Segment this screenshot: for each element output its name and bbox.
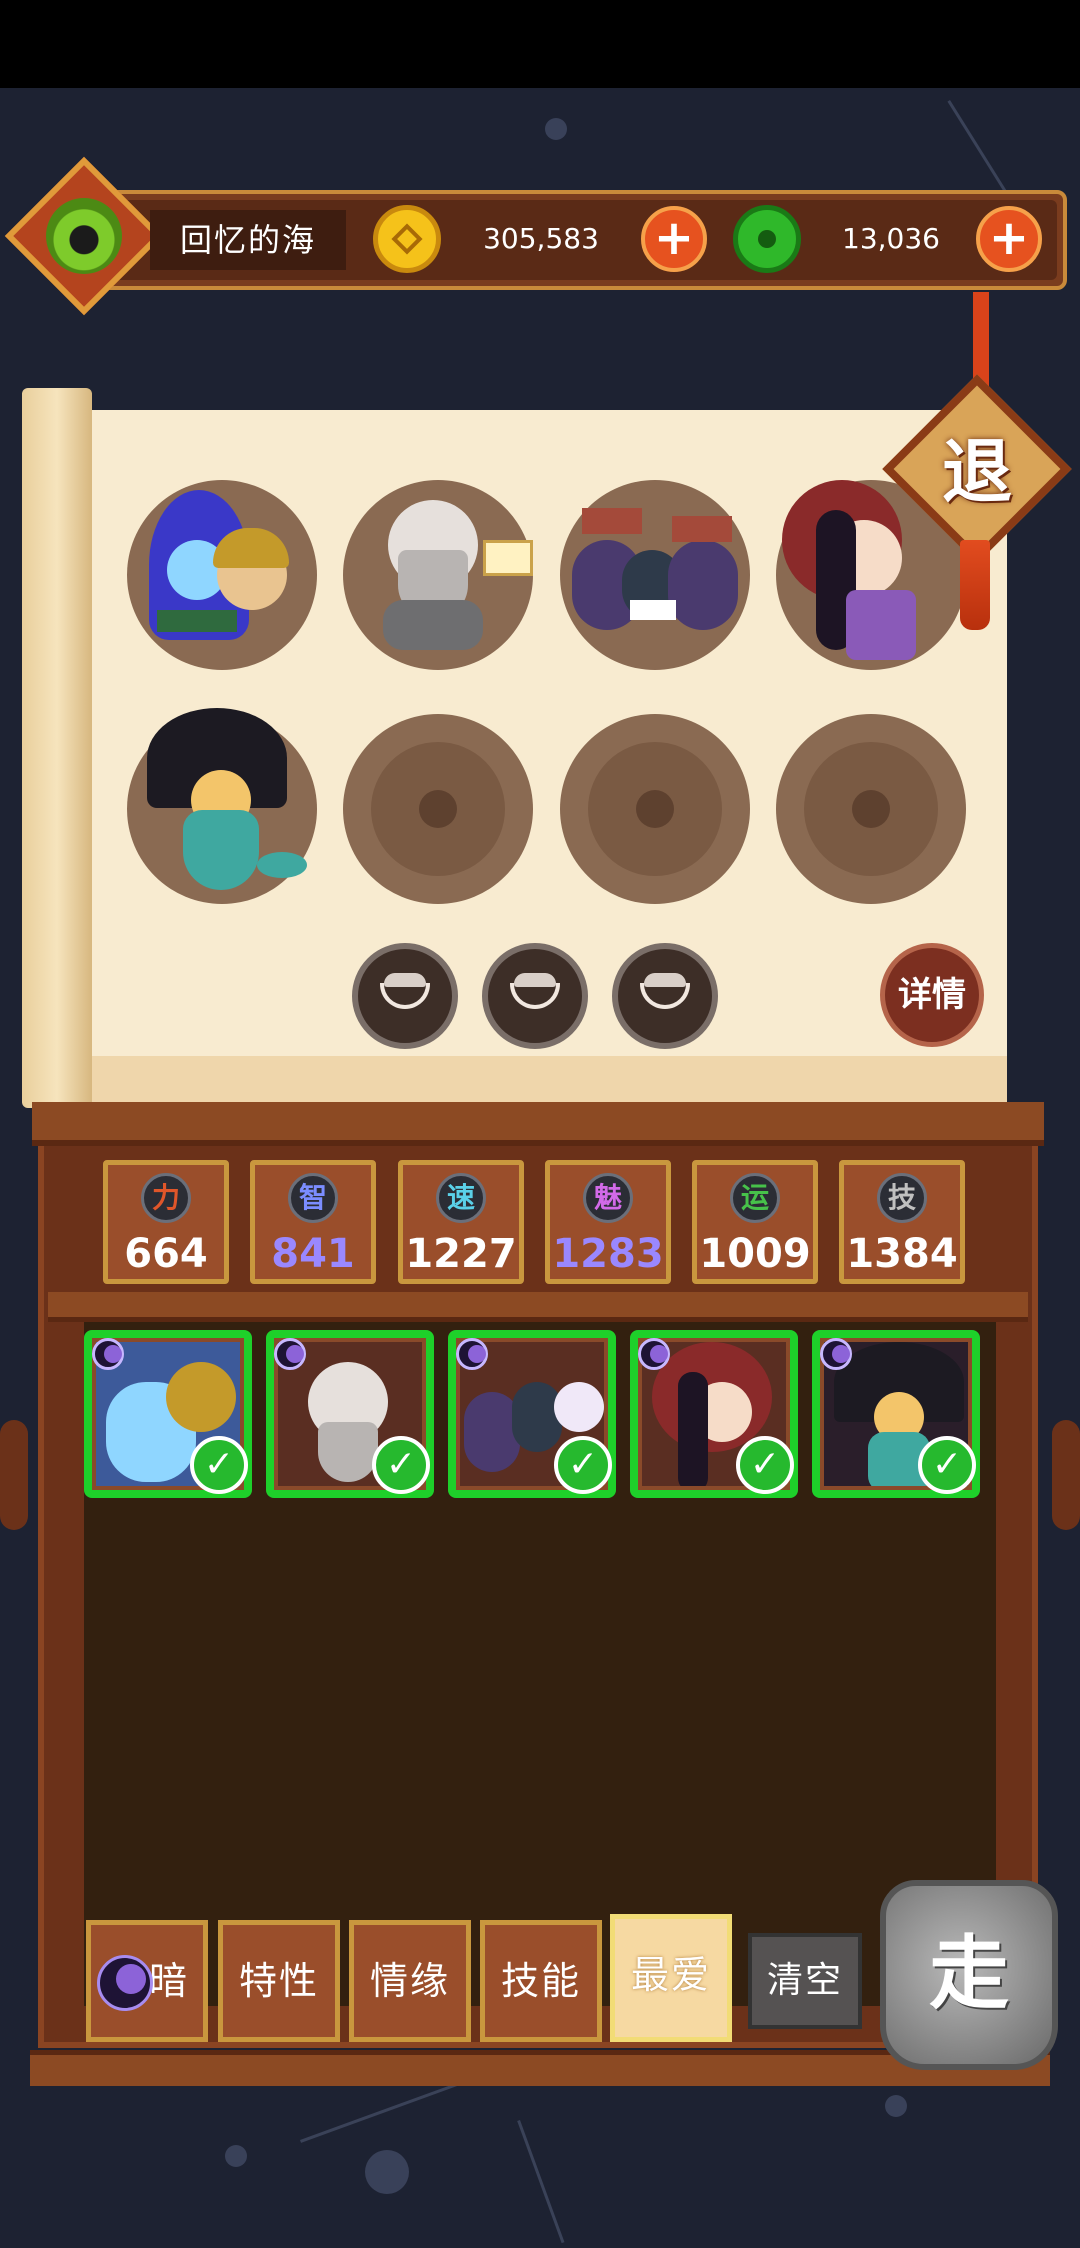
selected-check-icon: ✓ <box>918 1436 976 1494</box>
speed-icon: 速 <box>436 1173 486 1223</box>
roster-card[interactable]: ✓ <box>266 1330 434 1498</box>
stat-value: 1009 <box>699 1231 811 1277</box>
add-jade-button[interactable]: + <box>976 206 1042 272</box>
dark-element-icon <box>456 1338 488 1370</box>
filter-tab-dark-label: 暗 <box>148 1959 189 2003</box>
shelf-top-rail <box>32 1102 1044 1146</box>
team-slot[interactable] <box>343 480 533 670</box>
stat-speed: 速 1227 <box>398 1160 524 1284</box>
selected-check-icon: ✓ <box>190 1436 248 1494</box>
add-coins-button[interactable]: + <box>641 206 707 272</box>
stat-skill: 技 1384 <box>839 1160 965 1284</box>
dark-element-icon <box>92 1338 124 1370</box>
roster-card[interactable]: ✓ <box>812 1330 980 1498</box>
selected-check-icon: ✓ <box>372 1436 430 1494</box>
stat-value: 841 <box>271 1231 355 1277</box>
filter-tab-dark[interactable]: 暗 <box>86 1920 208 2042</box>
team-slot[interactable] <box>127 708 317 904</box>
roster-card[interactable]: ✓ <box>84 1330 252 1498</box>
stat-value: 1283 <box>552 1231 664 1277</box>
dark-element-icon <box>820 1338 852 1370</box>
constellation-line <box>517 2120 565 2244</box>
retreat-label[interactable]: 退 <box>915 410 1039 534</box>
intellect-icon: 智 <box>288 1173 338 1223</box>
constellation-star <box>225 2145 247 2167</box>
stat-intellect: 智 841 <box>250 1160 376 1284</box>
filter-tab-trait[interactable]: 特性 <box>218 1920 340 2042</box>
dark-element-icon <box>274 1338 306 1370</box>
filter-tab-skill[interactable]: 技能 <box>480 1920 602 2042</box>
rice-bowl-icon[interactable] <box>612 943 718 1049</box>
coin-count: 305,583 <box>483 222 599 255</box>
clear-button[interactable]: 清空 <box>748 1933 862 2029</box>
roster-card[interactable]: ✓ <box>448 1330 616 1498</box>
status-bar <box>0 0 1080 88</box>
stat-luck: 运 1009 <box>692 1160 818 1284</box>
dark-orb-icon <box>97 1955 153 2011</box>
selected-check-icon: ✓ <box>736 1436 794 1494</box>
team-slot[interactable] <box>127 480 317 670</box>
filter-tab-bond[interactable]: 情缘 <box>349 1920 471 2042</box>
shelf-mid-rail <box>48 1292 1028 1322</box>
dark-element-icon <box>638 1338 670 1370</box>
jade-disc-icon <box>733 205 801 273</box>
filter-tab-favorite[interactable]: 最爱 <box>610 1914 732 2042</box>
strength-icon: 力 <box>141 1173 191 1223</box>
stat-strength: 力 664 <box>103 1160 229 1284</box>
copper-coin-icon <box>373 205 441 273</box>
constellation-star <box>885 2095 907 2117</box>
charm-icon: 魅 <box>583 1173 633 1223</box>
roster-card[interactable]: ✓ <box>630 1330 798 1498</box>
constellation-star <box>365 2150 409 2194</box>
skill-icon: 技 <box>877 1173 927 1223</box>
stat-value: 1227 <box>405 1231 517 1277</box>
rice-bowl-icon[interactable] <box>482 943 588 1049</box>
team-slot-empty[interactable] <box>560 714 750 904</box>
team-slot[interactable] <box>560 480 750 670</box>
jade-emblem-icon <box>46 198 122 274</box>
stat-charm: 魅 1283 <box>545 1160 671 1284</box>
go-button[interactable]: 走 <box>880 1880 1058 2070</box>
side-handle-left <box>0 1420 28 1530</box>
team-slot-empty[interactable] <box>776 714 966 904</box>
details-button[interactable]: 详情 <box>880 943 984 1047</box>
team-slot-empty[interactable] <box>343 714 533 904</box>
rice-bowl-icon[interactable] <box>352 943 458 1049</box>
map-name: 回忆的海 <box>150 210 346 270</box>
stat-value: 664 <box>124 1231 208 1277</box>
constellation-star <box>545 118 567 140</box>
stat-value: 1384 <box>846 1231 958 1277</box>
jade-count: 13,036 <box>842 222 940 255</box>
tassel-tail <box>960 540 990 630</box>
side-handle-right <box>1052 1420 1080 1530</box>
luck-icon: 运 <box>730 1173 780 1223</box>
selected-check-icon: ✓ <box>554 1436 612 1494</box>
